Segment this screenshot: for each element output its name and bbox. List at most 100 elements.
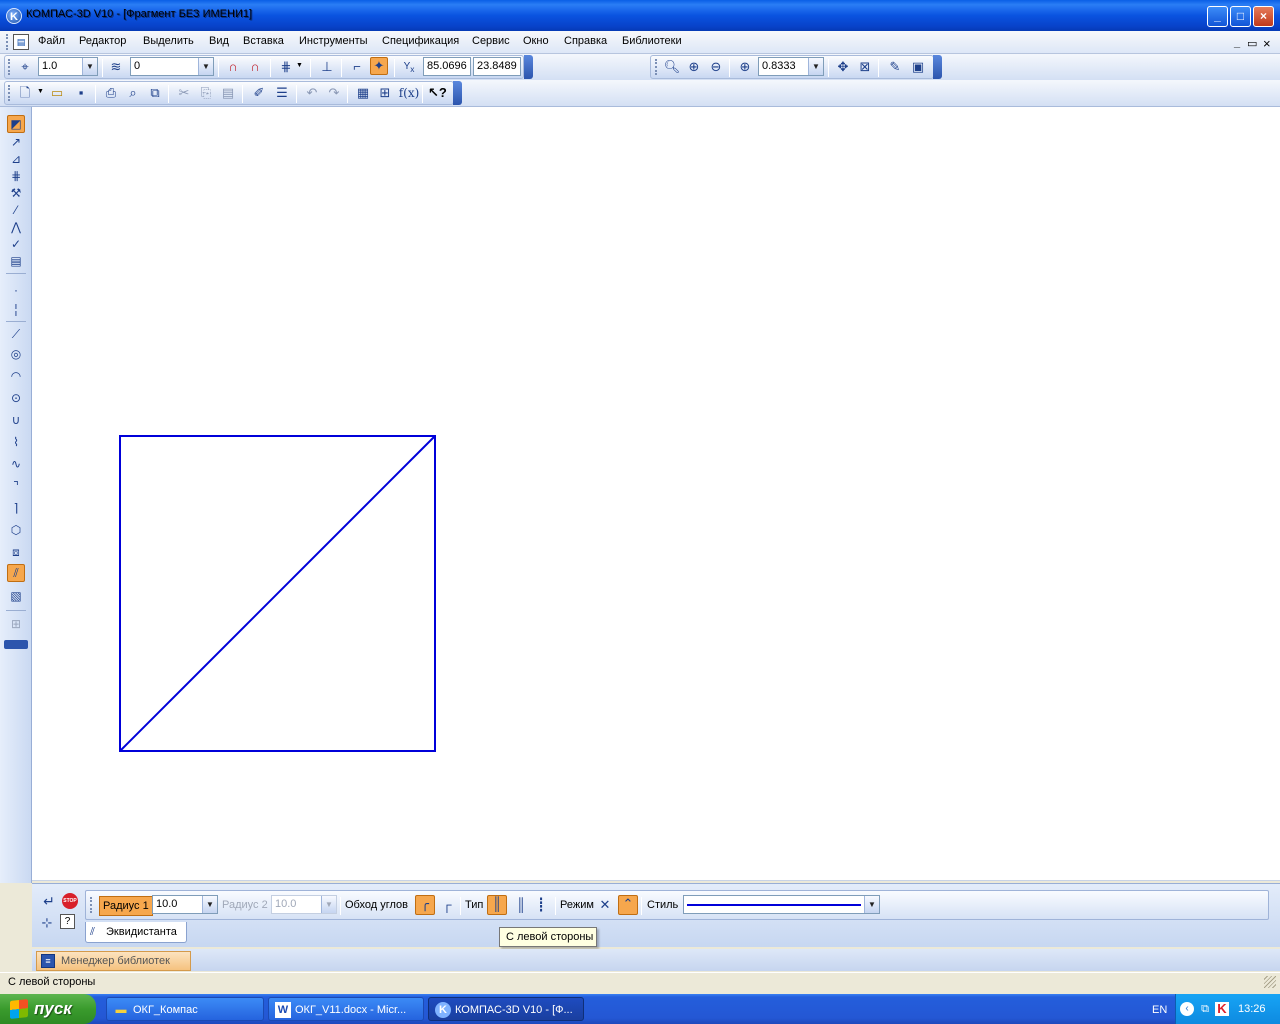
menu-editor[interactable]: Редактор bbox=[79, 35, 126, 47]
doc-restore-button[interactable]: ▭ bbox=[1247, 37, 1257, 50]
coord-y-field[interactable]: 23.8489 bbox=[473, 57, 521, 76]
doc-close-button[interactable]: × bbox=[1263, 36, 1271, 51]
task-button-kompas[interactable]: K КОМПАС-3D V10 - [Ф... bbox=[428, 997, 584, 1021]
step-combo[interactable]: 1.0 ▼ bbox=[38, 57, 98, 76]
menu-tools[interactable]: Инструменты bbox=[299, 35, 368, 47]
type-right-icon[interactable]: ║ bbox=[512, 896, 530, 914]
mode-cross-icon[interactable]: ✕ bbox=[596, 896, 614, 914]
doc-minimize-button[interactable]: _ bbox=[1234, 37, 1240, 49]
variables-icon[interactable]: f(x) bbox=[398, 84, 420, 102]
close-button[interactable]: × bbox=[1253, 6, 1274, 27]
language-indicator[interactable]: EN bbox=[1152, 1004, 1167, 1016]
orthogonal-cs-icon[interactable]: ⊥ bbox=[318, 58, 336, 76]
toolbar-grip[interactable] bbox=[8, 85, 12, 101]
list-icon[interactable]: ☰ bbox=[273, 84, 291, 102]
parametric-mode-icon[interactable]: ✦ bbox=[370, 57, 388, 75]
stop-icon[interactable]: STOP bbox=[62, 893, 78, 909]
tree-icon[interactable]: ⊞ bbox=[376, 84, 394, 102]
menu-file[interactable]: Файл bbox=[38, 35, 65, 47]
diagonal-line[interactable] bbox=[119, 435, 436, 752]
arc-icon[interactable]: ◠ bbox=[7, 367, 25, 385]
manager-icon[interactable]: ⧉ bbox=[146, 84, 164, 102]
mode-chevron-icon[interactable]: ⌃ bbox=[618, 895, 638, 915]
spec-icon[interactable]: ▤ bbox=[7, 252, 25, 270]
new-icon[interactable]: 🗋︎ bbox=[16, 84, 34, 102]
designations-icon[interactable]: ⊿ bbox=[7, 150, 25, 168]
refresh-icon[interactable]: ✎ bbox=[886, 58, 904, 76]
cursor-coordinates-icon[interactable]: Yx bbox=[400, 58, 418, 76]
segment-icon[interactable]: ⟋ bbox=[7, 325, 25, 343]
radius1-label[interactable]: Радиус 1 bbox=[99, 896, 153, 916]
measure-icon[interactable]: ⁄ bbox=[7, 201, 25, 219]
dimensions-icon[interactable]: ↗ bbox=[7, 133, 25, 151]
chevron-down-icon[interactable]: ▼ bbox=[808, 58, 823, 75]
menu-help[interactable]: Справка bbox=[564, 35, 607, 47]
style-combo[interactable]: ▼ bbox=[683, 895, 880, 914]
chevron-down-icon[interactable]: ▼ bbox=[202, 896, 217, 913]
chevron-down-icon[interactable]: ▼ bbox=[198, 58, 213, 75]
redo-icon[interactable]: ↷ bbox=[325, 84, 343, 102]
open-icon[interactable]: ▭ bbox=[48, 84, 66, 102]
resize-grip[interactable] bbox=[1264, 976, 1276, 988]
task-button-word[interactable]: W ОКГ_V11.docx - Micr... bbox=[268, 997, 424, 1021]
selection-icon[interactable]: ⋀ bbox=[7, 218, 25, 236]
document-icon[interactable]: ▤ bbox=[13, 34, 29, 50]
toolbar-grip[interactable] bbox=[655, 59, 659, 75]
chevron-down-icon[interactable]: ▼ bbox=[296, 62, 303, 69]
toolbar-options-button[interactable] bbox=[453, 81, 462, 105]
help-icon[interactable]: ? bbox=[60, 914, 75, 929]
minimize-button[interactable]: _ bbox=[1207, 6, 1228, 27]
bezier-icon[interactable]: ∿ bbox=[7, 455, 25, 473]
editing-icon[interactable]: ⋕ bbox=[7, 167, 25, 185]
chevron-down-icon[interactable]: ▼ bbox=[37, 88, 44, 95]
polygon-icon[interactable]: ⬡ bbox=[7, 521, 25, 539]
corner-round-icon[interactable]: ╭ bbox=[415, 895, 435, 915]
grid-icon[interactable]: ⋕ bbox=[277, 58, 295, 76]
snap-magnet-icon[interactable]: ∩ bbox=[224, 58, 242, 76]
radius1-input[interactable]: 10.0 ▼ bbox=[152, 895, 218, 914]
save-icon[interactable]: ▪ bbox=[72, 84, 90, 102]
properties-icon[interactable]: ✐ bbox=[250, 84, 268, 102]
menu-grip[interactable] bbox=[6, 34, 10, 50]
auto-create-icon[interactable]: ⊹ bbox=[38, 914, 56, 932]
chevron-down-icon[interactable]: ▼ bbox=[82, 58, 97, 75]
hatch-icon[interactable]: ▧ bbox=[7, 587, 25, 605]
maximize-button[interactable]: □ bbox=[1230, 6, 1251, 27]
task-button-folder[interactable]: ▬ ОКГ_Компас bbox=[106, 997, 264, 1021]
continuous-input-icon[interactable]: ∪ bbox=[7, 411, 25, 429]
chevron-down-icon[interactable]: ▼ bbox=[864, 896, 879, 913]
tab-equidistant[interactable]: ⫽ Эквидистанта bbox=[85, 922, 187, 943]
tray-expand-icon[interactable]: ‹ bbox=[1180, 1002, 1194, 1016]
library-manager-tab[interactable]: ≡ Менеджер библиотек bbox=[36, 951, 191, 971]
menu-window[interactable]: Окно bbox=[523, 35, 549, 47]
parametrization-icon[interactable]: ⚒ bbox=[7, 184, 25, 202]
kompas-app-icon[interactable]: K bbox=[6, 8, 22, 24]
zoom-combo[interactable]: 0.8333 ▼ bbox=[758, 57, 824, 76]
point-icon[interactable]: · bbox=[7, 281, 25, 299]
polyline-icon[interactable]: ⌇ bbox=[7, 433, 25, 451]
fillet-icon[interactable]: ⌉ bbox=[7, 499, 25, 517]
pan-icon[interactable]: ✥ bbox=[834, 58, 852, 76]
type-both-icon[interactable]: ┋ bbox=[532, 896, 550, 914]
toolbar-options-button[interactable] bbox=[933, 55, 942, 79]
create-object-icon[interactable]: ↵ bbox=[40, 892, 58, 910]
layer-combo[interactable]: 0 ▼ bbox=[130, 57, 214, 76]
ortho-mode-icon[interactable]: ⌐ bbox=[348, 58, 366, 76]
equidistant-icon[interactable]: ⫽ bbox=[7, 564, 25, 582]
corner-sharp-icon[interactable]: ┌ bbox=[438, 896, 456, 914]
drawing-svg[interactable] bbox=[32, 107, 1280, 881]
ellipse-icon[interactable]: ⊙ bbox=[7, 389, 25, 407]
coord-x-field[interactable]: 85.0696 bbox=[423, 57, 471, 76]
toolbar-grip[interactable] bbox=[8, 59, 12, 75]
global-snap-icon[interactable]: ∩ bbox=[246, 58, 264, 76]
collection-icon[interactable]: ⧈ bbox=[7, 543, 25, 561]
layers-icon[interactable]: ≋ bbox=[107, 58, 125, 76]
show-all-icon[interactable]: ⊠ bbox=[856, 58, 874, 76]
zoom-in-icon[interactable]: ⊕ bbox=[685, 58, 703, 76]
menu-service[interactable]: Сервис bbox=[472, 35, 510, 47]
associative-icon[interactable]: ✓ bbox=[7, 235, 25, 253]
menu-libraries[interactable]: Библиотеки bbox=[622, 35, 682, 47]
chamfer-icon[interactable]: ⌝ bbox=[7, 477, 25, 495]
copy-icon[interactable]: ⎘ bbox=[197, 84, 215, 102]
display-mode-icon[interactable]: ▣ bbox=[909, 58, 927, 76]
